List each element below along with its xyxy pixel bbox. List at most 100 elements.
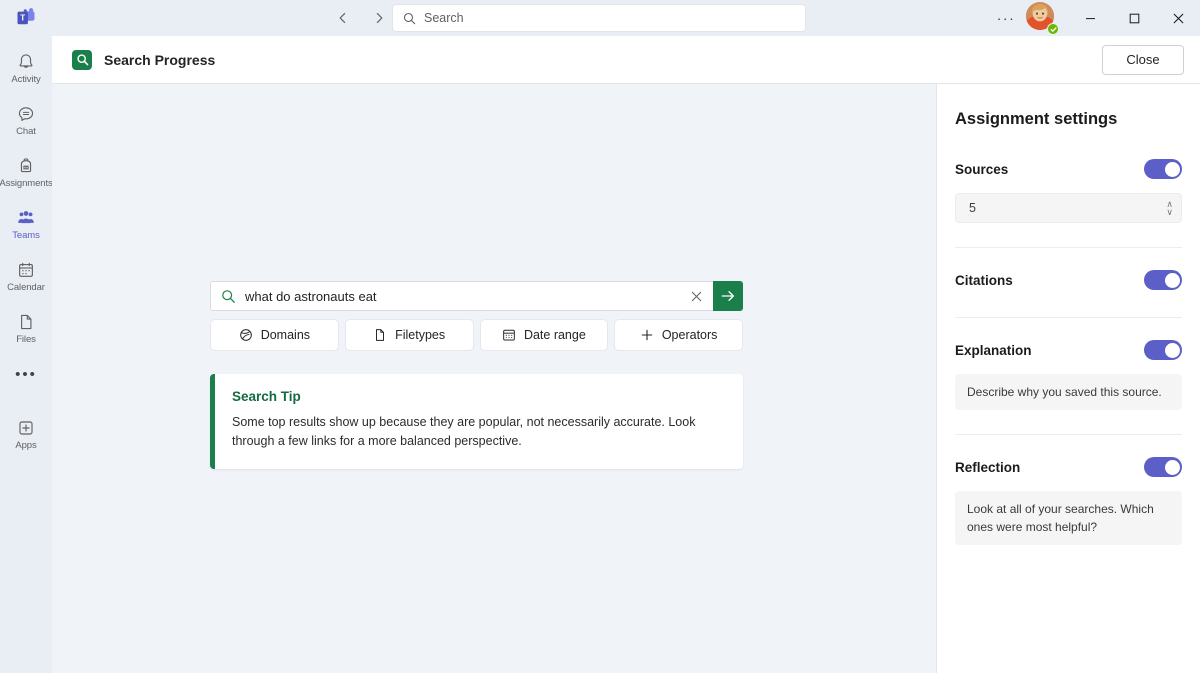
toggle-knob	[1164, 459, 1180, 475]
people-icon	[16, 208, 36, 228]
close-button[interactable]: Close	[1102, 44, 1184, 75]
plus-icon	[640, 328, 654, 342]
reflection-toggle[interactable]	[1144, 457, 1182, 477]
divider	[955, 317, 1182, 318]
window-maximize-button[interactable]	[1112, 0, 1156, 36]
toggle-knob	[1164, 272, 1180, 288]
global-search-input[interactable]: Search	[392, 4, 806, 32]
avatar[interactable]	[1026, 2, 1059, 35]
window-body: Activity Chat Assignments Teams Calendar…	[0, 36, 1200, 673]
global-search-placeholder: Search	[424, 11, 464, 25]
app-rail: Activity Chat Assignments Teams Calendar…	[0, 36, 53, 673]
submit-search-button[interactable]	[713, 281, 743, 311]
filter-label: Operators	[661, 328, 718, 342]
nav-forward-button[interactable]	[366, 5, 392, 31]
window-minimize-button[interactable]	[1068, 0, 1112, 36]
toggle-knob	[1164, 342, 1180, 358]
divider	[955, 434, 1182, 435]
panel-title: Assignment settings	[955, 110, 1118, 128]
setting-label: Explanation	[955, 342, 1032, 358]
teams-window: T Search ··· Activity Chat Assignments T…	[0, 0, 1200, 673]
filter-label: Domains	[260, 328, 311, 342]
sidebar-item-label: Chat	[16, 125, 36, 137]
filter-date-range-button[interactable]: Date range	[479, 319, 609, 351]
search-filters: Domains Filetypes Date range Operators	[210, 319, 743, 351]
filter-filetypes-button[interactable]: Filetypes	[344, 319, 474, 351]
search-tip-body: Some top results show up because they ar…	[232, 415, 696, 448]
ellipsis-icon: •••	[15, 365, 37, 383]
more-options-button[interactable]: ···	[990, 2, 1022, 34]
search-canvas: what do astronauts eat Domains Filetypes…	[52, 84, 937, 673]
navigation-arrows	[330, 0, 392, 36]
reflection-prompt-text: Look at all of your searches. Which ones…	[955, 491, 1182, 545]
sidebar-item-files[interactable]: Files	[0, 302, 52, 354]
clear-search-icon[interactable]	[687, 287, 705, 305]
window-close-button[interactable]	[1156, 0, 1200, 36]
search-app-icon	[72, 49, 92, 70]
filter-domains-button[interactable]: Domains	[210, 319, 339, 351]
calendar-icon	[502, 328, 516, 342]
setting-header: Explanation	[955, 337, 1182, 363]
sidebar-more-apps-button[interactable]: •••	[0, 354, 52, 394]
content-column: Search Progress Close what do astronauts…	[52, 36, 1200, 673]
filter-label: Date range	[523, 328, 586, 342]
search-tip-card: Search Tip Some top results show up beca…	[210, 374, 743, 469]
sidebar-item-label: Teams	[12, 229, 40, 241]
stepper-down-icon[interactable]: ∨	[1166, 207, 1173, 216]
sidebar-item-assignments[interactable]: Assignments	[0, 146, 53, 198]
sources-toggle[interactable]	[1144, 159, 1182, 179]
file-icon	[16, 312, 36, 332]
filter-operators-button[interactable]: Operators	[614, 319, 743, 351]
toggle-knob	[1164, 161, 1180, 177]
filter-label: Filetypes	[395, 328, 446, 342]
sources-count-stepper[interactable]: 5 ∧ ∨	[955, 193, 1182, 223]
sidebar-item-label: Calendar	[7, 281, 45, 293]
globe-icon	[239, 328, 253, 342]
svg-text:T: T	[20, 13, 25, 22]
apps-add-icon	[16, 418, 36, 438]
assignment-settings-panel: Assignment settings Sources 5 ∧ ∨ Citati…	[937, 84, 1200, 673]
search-icon	[221, 289, 236, 304]
setting-reflection: Reflection Look at all of your searches.…	[955, 454, 1182, 549]
explanation-prompt-text: Describe why you saved this source.	[955, 374, 1182, 410]
setting-header: Citations	[955, 267, 1182, 293]
setting-sources: Sources 5 ∧ ∨	[955, 156, 1182, 227]
setting-citations: Citations	[955, 267, 1182, 297]
search-query-text: what do astronauts eat	[245, 288, 377, 304]
sidebar-item-chat[interactable]: Chat	[0, 94, 52, 146]
sidebar-item-calendar[interactable]: Calendar	[0, 250, 52, 302]
sources-count-value: 5	[969, 201, 976, 215]
setting-header: Reflection	[955, 454, 1182, 480]
search-stack: what do astronauts eat Domains Filetypes…	[210, 281, 743, 469]
chat-icon	[16, 104, 36, 124]
sidebar-item-label: Assignments	[0, 177, 53, 189]
explanation-toggle[interactable]	[1144, 340, 1182, 360]
app-header: Search Progress Close	[52, 36, 1200, 84]
backpack-icon	[16, 156, 36, 176]
sidebar-item-label: Apps	[15, 439, 37, 451]
calendar-icon	[16, 260, 36, 280]
sidebar-item-activity[interactable]: Activity	[0, 42, 52, 94]
nav-back-button[interactable]	[330, 5, 356, 31]
document-icon	[373, 328, 387, 342]
search-bar: what do astronauts eat	[210, 281, 743, 311]
setting-header: Sources	[955, 156, 1182, 182]
stepper-arrows[interactable]: ∧ ∨	[1166, 199, 1173, 216]
sidebar-item-teams[interactable]: Teams	[0, 198, 52, 250]
setting-label: Sources	[955, 161, 1009, 177]
presence-available-icon	[1047, 23, 1059, 35]
search-tip-title: Search Tip	[232, 389, 301, 404]
search-icon	[403, 12, 416, 25]
microsoft-teams-logo: T	[0, 0, 52, 36]
setting-explanation: Explanation Describe why you saved this …	[955, 337, 1182, 414]
sidebar-item-label: Files	[16, 333, 36, 345]
main-row: what do astronauts eat Domains Filetypes…	[52, 84, 1200, 673]
divider	[955, 247, 1182, 248]
setting-label: Citations	[955, 272, 1013, 288]
page-title: Search Progress	[104, 51, 216, 68]
sidebar-item-apps[interactable]: Apps	[0, 408, 52, 460]
citations-toggle[interactable]	[1144, 270, 1182, 290]
search-input[interactable]: what do astronauts eat	[210, 281, 713, 311]
bell-icon	[16, 52, 36, 72]
setting-label: Reflection	[955, 459, 1021, 475]
